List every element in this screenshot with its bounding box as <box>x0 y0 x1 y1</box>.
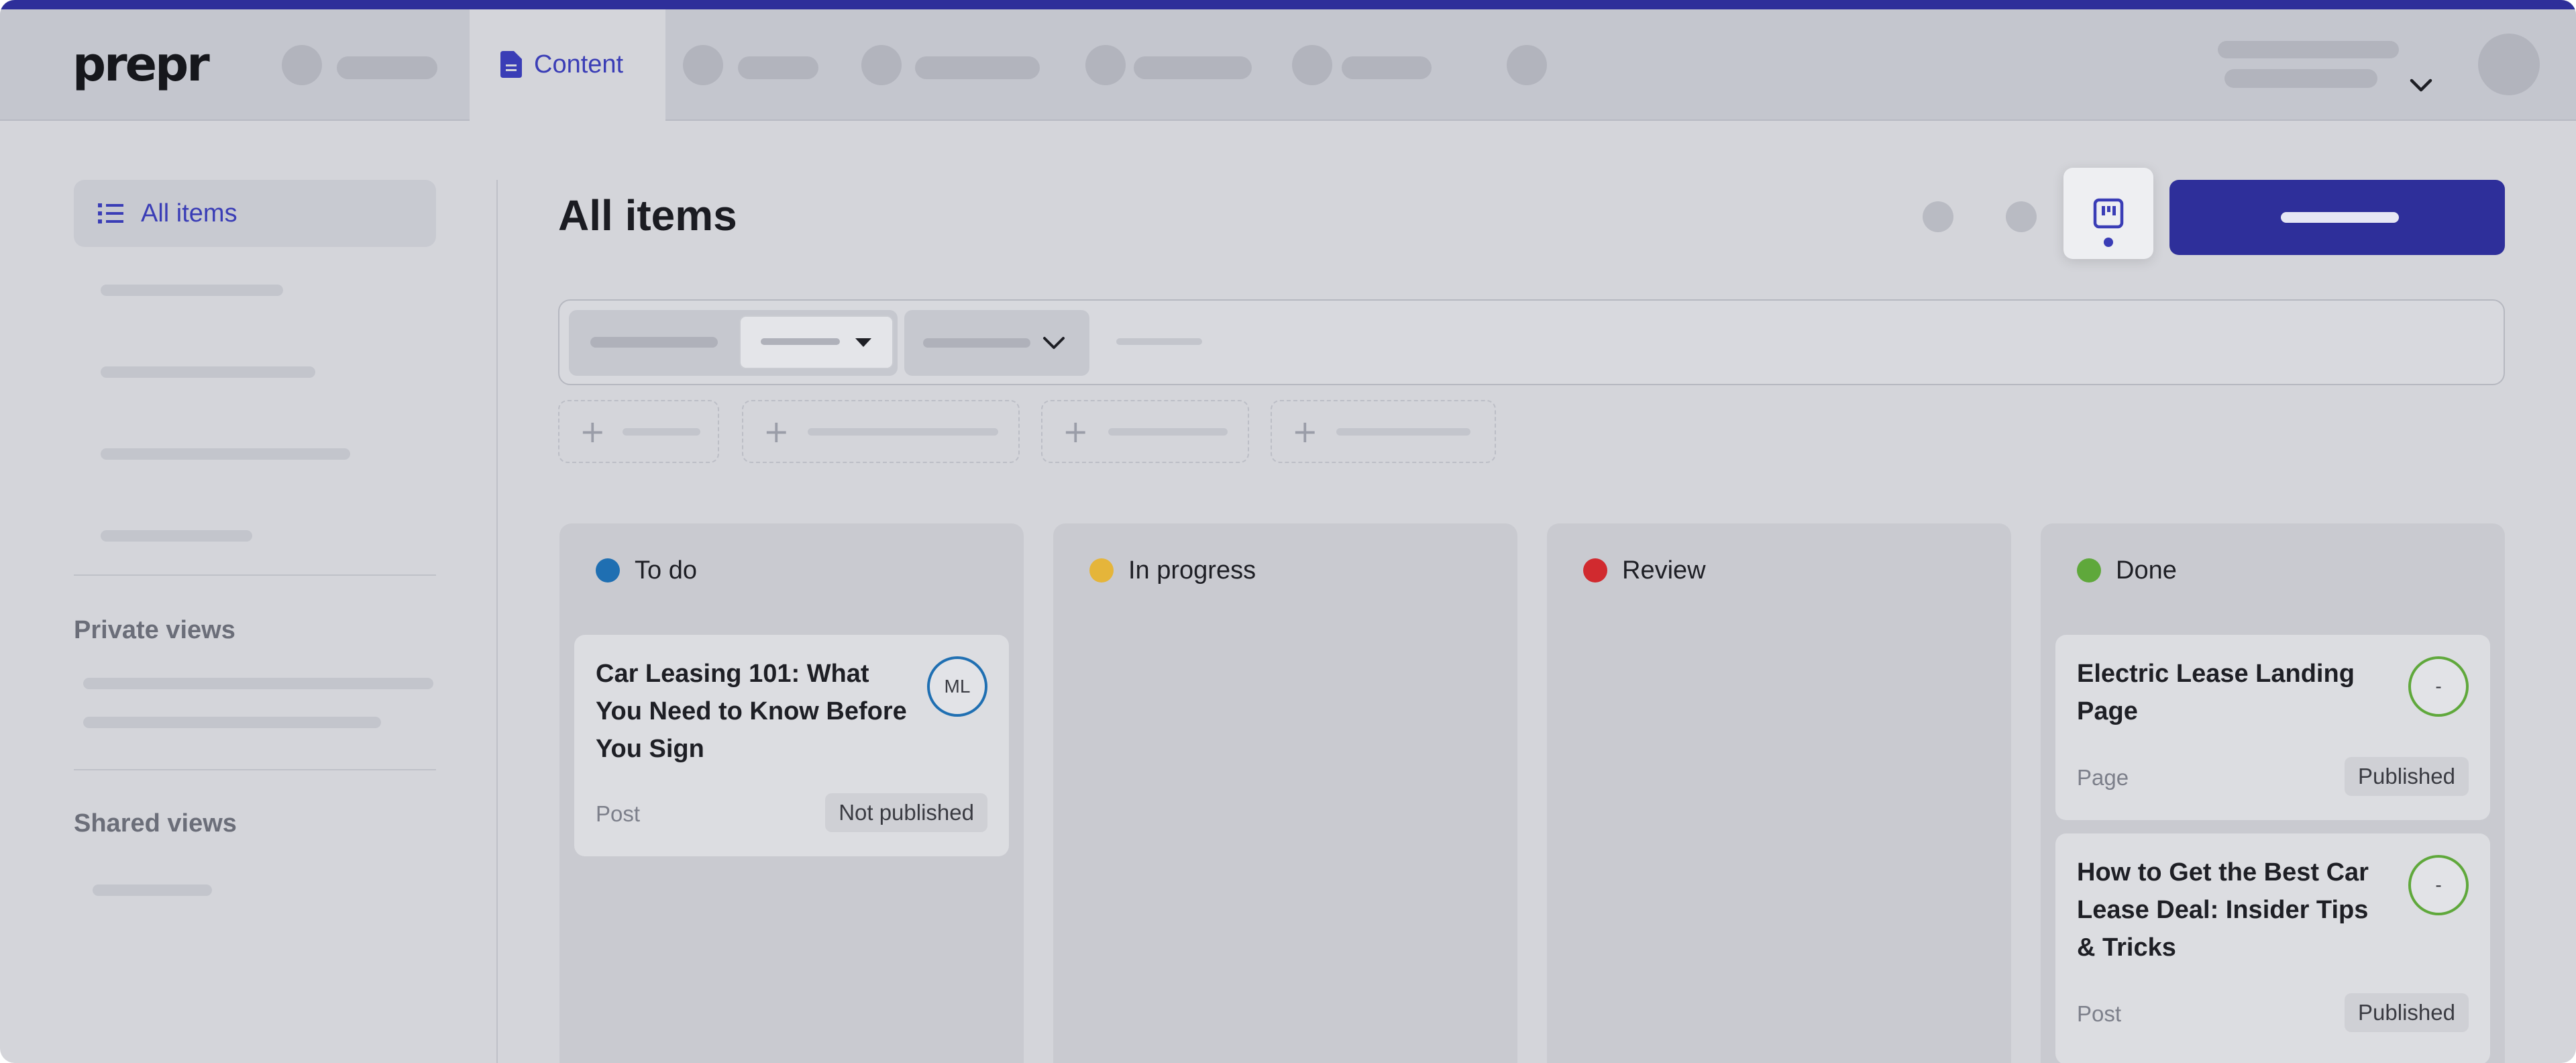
plus-icon: + <box>580 413 606 450</box>
add-item-button[interactable] <box>2169 180 2505 255</box>
nav-label-placeholder[interactable] <box>915 56 1040 79</box>
column-in-progress: In progress <box>1053 523 1517 1063</box>
add-filter-button[interactable]: + <box>742 400 1020 463</box>
kanban-view-button[interactable] <box>2063 168 2153 259</box>
filter-label-placeholder <box>590 337 718 348</box>
assignee-avatar[interactable]: ML <box>927 656 987 717</box>
shared-views-heading: Shared views <box>74 809 237 838</box>
chevron-down-icon <box>1043 337 1065 349</box>
sidebar-item-placeholder[interactable] <box>101 448 350 460</box>
button-label-placeholder <box>2281 212 2399 223</box>
prepr-logo[interactable]: prepr <box>72 38 210 91</box>
page-title: All items <box>558 191 737 240</box>
plus-icon: + <box>763 413 790 450</box>
status-dot <box>1583 558 1607 583</box>
column-done: Done Electric Lease Landing Page - Page … <box>2041 523 2505 1063</box>
status-badge: Published <box>2345 757 2469 796</box>
nav-icon-placeholder[interactable] <box>1085 45 1126 85</box>
status-dot <box>1089 558 1114 583</box>
tab-content[interactable]: Content <box>470 9 665 121</box>
filter-chip-placeholder <box>1108 428 1228 436</box>
card-type: Post <box>2077 1001 2122 1026</box>
add-filter-button[interactable]: + <box>558 400 719 463</box>
sidebar-divider <box>74 769 436 770</box>
account-name-placeholder <box>2218 41 2399 58</box>
column-title: Done <box>2116 556 2177 585</box>
sidebar-item-placeholder[interactable] <box>101 366 315 378</box>
status-badge: Not published <box>825 793 987 832</box>
nav-label-placeholder[interactable] <box>738 56 818 79</box>
column-title: To do <box>635 556 697 585</box>
shared-view-placeholder[interactable] <box>93 884 212 896</box>
app-window: prepr Content All items Private views Sh… <box>0 0 2576 1063</box>
chevron-down-icon[interactable] <box>2410 78 2432 93</box>
private-views-heading: Private views <box>74 616 235 644</box>
filter-value-placeholder <box>923 338 1030 348</box>
card-title: Car Leasing 101: What You Need to Know B… <box>596 660 907 763</box>
plus-icon: + <box>1063 413 1089 450</box>
content-card[interactable]: Car Leasing 101: What You Need to Know B… <box>574 635 1009 856</box>
sidebar-item-placeholder[interactable] <box>101 285 283 296</box>
card-type: Post <box>596 801 641 826</box>
account-role-placeholder <box>2224 69 2377 88</box>
nav-label-placeholder[interactable] <box>337 56 437 79</box>
add-filter-button[interactable]: + <box>1271 400 1496 463</box>
status-dot <box>2077 558 2101 583</box>
sidebar-item-all-items[interactable]: All items <box>74 180 436 247</box>
card-type: Page <box>2077 765 2129 790</box>
add-filter-button[interactable]: + <box>1041 400 1249 463</box>
assignee-avatar[interactable]: - <box>2408 855 2469 915</box>
private-view-placeholder[interactable] <box>83 717 381 728</box>
nav-icon-placeholder[interactable] <box>683 45 723 85</box>
nav-icon-placeholder[interactable] <box>1292 45 1332 85</box>
filter-select[interactable] <box>904 310 1089 376</box>
plus-icon: + <box>1292 413 1318 450</box>
sidebar-item-label: All items <box>141 199 237 227</box>
card-title: How to Get the Best Car Lease Deal: Insi… <box>2077 858 2369 962</box>
nav-icon-placeholder[interactable] <box>861 45 902 85</box>
nav-icon-placeholder[interactable] <box>1507 45 1547 85</box>
content-card[interactable]: How to Get the Best Car Lease Deal: Insi… <box>2055 833 2490 1063</box>
search-placeholder[interactable] <box>1116 338 1202 345</box>
column-title: In progress <box>1128 556 1256 585</box>
nav-icon-placeholder[interactable] <box>282 45 322 85</box>
view-option-placeholder[interactable] <box>2006 201 2037 232</box>
top-navigation: prepr Content <box>0 9 2576 121</box>
sidebar-divider <box>74 574 436 576</box>
card-title: Electric Lease Landing Page <box>2077 660 2355 725</box>
filter-bar <box>558 299 2505 385</box>
content-card[interactable]: Electric Lease Landing Page - Page Publi… <box>2055 635 2490 820</box>
column-title: Review <box>1622 556 1706 585</box>
sidebar-main-divider <box>496 180 498 1063</box>
kanban-icon <box>2093 198 2124 229</box>
view-option-placeholder[interactable] <box>1923 201 1953 232</box>
filter-chip-placeholder <box>1336 428 1470 436</box>
nav-label-placeholder[interactable] <box>1342 56 1432 79</box>
assignee-avatar[interactable]: - <box>2408 656 2469 717</box>
nav-label-placeholder[interactable] <box>1134 56 1252 79</box>
list-icon <box>98 203 123 223</box>
avatar[interactable] <box>2478 34 2540 95</box>
column-to-do: To do Car Leasing 101: What You Need to … <box>559 523 1024 1063</box>
column-review: Review <box>1547 523 2011 1063</box>
operator-value-placeholder <box>761 338 840 345</box>
private-view-placeholder[interactable] <box>83 678 433 689</box>
filter-operator-select[interactable] <box>739 315 894 369</box>
filter-chip-placeholder <box>623 428 700 436</box>
top-accent-line <box>0 0 2576 9</box>
status-badge: Published <box>2345 993 2469 1032</box>
caret-down-icon <box>855 338 871 347</box>
sidebar-item-placeholder[interactable] <box>101 530 252 542</box>
document-icon <box>500 51 522 78</box>
status-dot <box>596 558 620 583</box>
filter-field[interactable] <box>569 310 898 376</box>
tab-content-label: Content <box>534 50 624 79</box>
filter-chip-placeholder <box>808 428 998 436</box>
active-view-indicator <box>2104 238 2113 247</box>
